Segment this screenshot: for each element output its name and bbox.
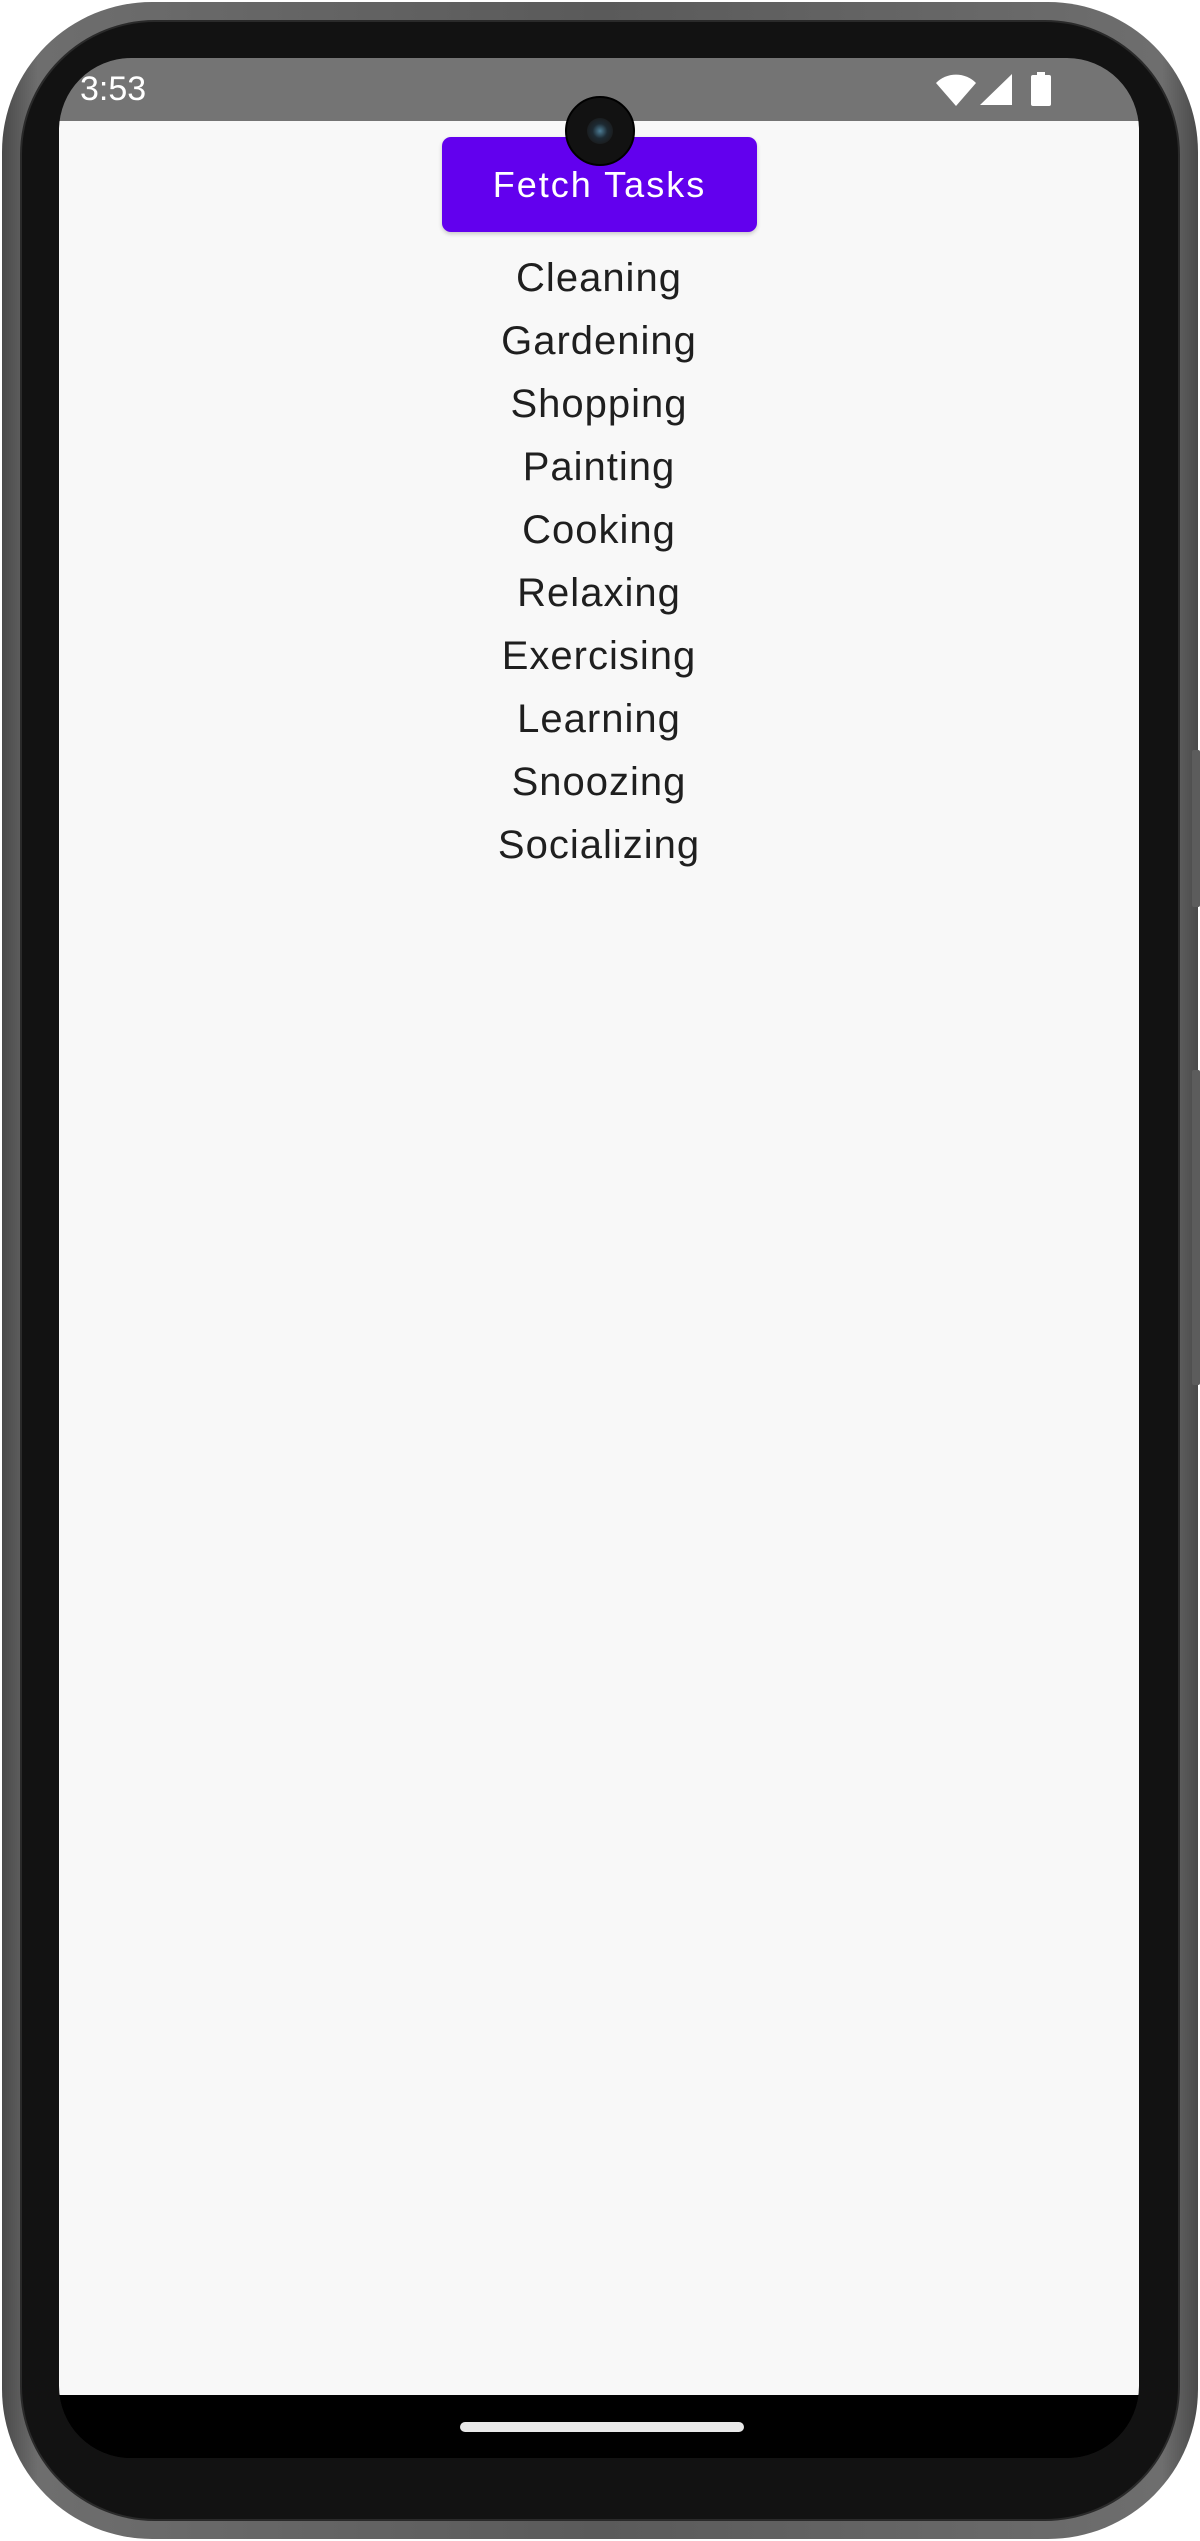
navigation-bar bbox=[59, 2395, 1139, 2458]
task-list-item: Painting bbox=[522, 445, 676, 489]
task-list-item: Learning bbox=[517, 697, 681, 741]
status-time: 3:53 bbox=[80, 70, 147, 108]
front-camera-cutout bbox=[565, 96, 635, 166]
task-list-item: Socializing bbox=[497, 823, 701, 867]
task-list-item: Cooking bbox=[522, 508, 676, 552]
volume-rocker bbox=[1192, 1070, 1200, 1385]
task-list-item: Cleaning bbox=[516, 256, 682, 300]
wifi-icon bbox=[936, 74, 976, 106]
task-list-item: Snoozing bbox=[511, 760, 687, 804]
task-list: Cleaning Gardening Shopping Painting Cooking… bbox=[59, 247, 1139, 877]
task-list-item: Gardening bbox=[501, 319, 697, 363]
task-list-item: Shopping bbox=[510, 382, 688, 426]
device-screen: 3:53 Fetch Tasks Cleaning Gardening Shoppi… bbox=[59, 58, 1139, 2458]
status-icons bbox=[936, 72, 1066, 106]
cellular-signal-icon bbox=[980, 73, 1012, 105]
power-button bbox=[1192, 750, 1200, 907]
task-list-item: Relaxing bbox=[517, 571, 681, 615]
home-gesture-handle[interactable] bbox=[460, 2422, 744, 2432]
task-list-item: Exercising bbox=[501, 634, 697, 678]
battery-icon bbox=[1031, 72, 1051, 106]
app-content: Fetch Tasks Cleaning Gardening Shopping Pai… bbox=[59, 121, 1139, 2395]
